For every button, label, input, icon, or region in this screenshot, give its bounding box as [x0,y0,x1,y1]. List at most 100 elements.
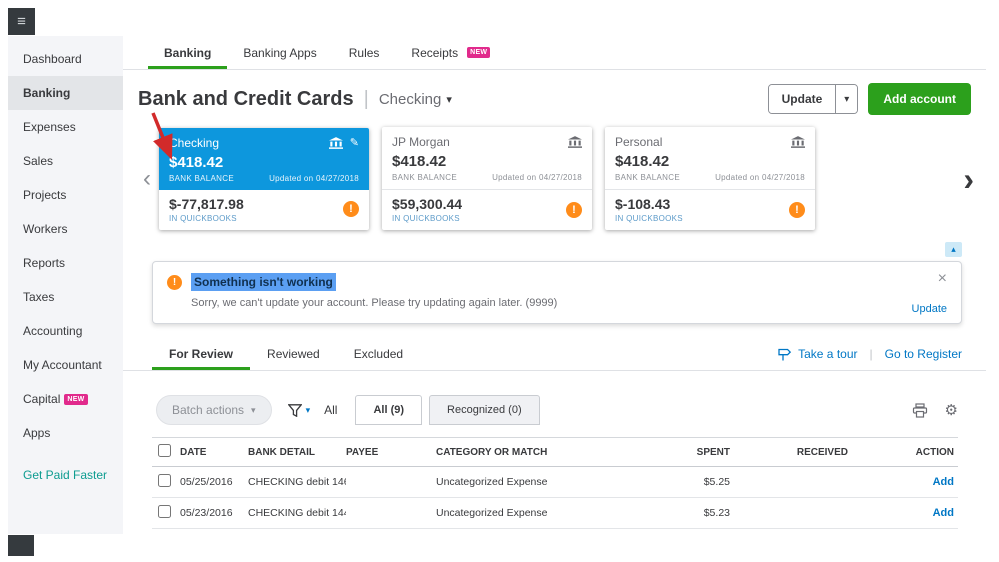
account-cards-carousel: ‹ Checking ✎ $418.42 BANK BALANCE Update… [123,112,986,240]
warning-icon[interactable]: ! [789,201,805,218]
bank-balance-amount: $418.42 [392,153,447,170]
filter-all-label: All [324,403,338,417]
account-card-personal[interactable]: Personal $418.42 BANK BALANCE Updated on… [605,127,815,230]
cell-spent: $5.25 [703,476,730,488]
quickbooks-amount: $59,300.44 [392,196,463,212]
card-top: Checking ✎ $418.42 BANK BALANCE Updated … [159,127,369,190]
segment-all[interactable]: All (9) [355,395,423,425]
title-separator: | [363,87,369,110]
quickbooks-amount: $-77,817.98 [169,195,244,212]
sidebar-item-sales[interactable]: Sales [8,144,123,178]
sidebar-item-workers[interactable]: Workers [8,212,123,246]
page-title: Bank and Credit Cards [138,87,354,110]
table-row[interactable]: 05/23/2016 CHECKING debit 144 Uncategori… [152,498,958,529]
account-name: Personal [615,135,663,149]
tab-rules[interactable]: Rules [333,36,396,69]
column-header-date[interactable]: DATE [180,447,248,458]
add-transaction-link[interactable]: Add [933,476,954,488]
cards-scroll-right-button[interactable]: › [963,163,974,195]
card-top: JP Morgan $418.42 BANK BALANCE Updated o… [382,127,592,190]
bank-balance-label: BANK BALANCE [169,173,234,183]
quickbooks-amount: $-108.43 [615,196,671,212]
updated-date: Updated on 04/27/2018 [715,173,805,182]
take-a-tour-label: Take a tour [798,347,858,361]
review-links: Take a tour | Go to Register [777,347,962,370]
print-icon[interactable] [912,402,928,418]
column-header-spent[interactable]: SPENT [638,447,740,458]
column-header-bank-detail[interactable]: BANK DETAIL [248,447,346,458]
card-top: Personal $418.42 BANK BALANCE Updated on… [605,127,815,190]
tab-banking[interactable]: Banking [148,36,227,69]
select-all-checkbox[interactable] [158,444,171,457]
caret-down-icon: ▾ [251,404,256,415]
bank-balance-amount: $418.42 [169,153,224,171]
sidebar-item-accounting[interactable]: Accounting [8,314,123,348]
sidebar-item-get-paid-faster[interactable]: Get Paid Faster [8,458,123,492]
segment-recognized[interactable]: Recognized (0) [429,395,540,425]
card-bottom: $-108.43 IN QUICKBOOKS ! [605,190,815,230]
sidebar-item-apps[interactable]: Apps [8,416,123,450]
tab-banking-apps[interactable]: Banking Apps [227,36,332,69]
take-a-tour-link[interactable]: Take a tour [777,347,858,361]
update-split-button: Update ▾ [767,84,859,114]
sidebar-item-dashboard[interactable]: Dashboard [8,42,123,76]
new-badge: NEW [467,47,491,58]
gear-icon[interactable]: ⚙ [945,401,958,419]
tab-receipts[interactable]: Receipts NEW [395,36,506,69]
sidebar-item-projects[interactable]: Projects [8,178,123,212]
sidebar-item-my-accountant[interactable]: My Accountant [8,348,123,382]
update-dropdown-button[interactable]: ▾ [835,85,858,113]
alert-message: Sorry, we can't update your account. Ple… [191,297,558,309]
sidebar-item-reports[interactable]: Reports [8,246,123,280]
bank-icon [568,136,582,148]
sidebar-item-banking[interactable]: Banking [8,76,123,110]
account-card-checking[interactable]: Checking ✎ $418.42 BANK BALANCE Updated … [159,127,369,230]
go-to-register-link[interactable]: Go to Register [885,347,962,361]
column-header-received[interactable]: RECEIVED [740,447,858,458]
link-divider: | [869,347,873,361]
tab-reviewed[interactable]: Reviewed [250,338,337,370]
account-name: Checking [169,135,220,150]
edit-pencil-icon[interactable]: ✎ [350,136,359,149]
sidebar-item-label: Capital [23,392,61,406]
batch-actions-button[interactable]: Batch actions ▾ [156,395,272,425]
sidebar-item-capital[interactable]: Capital NEW [8,382,123,416]
quickbooks-banking-page: ≡ Dashboard Banking Expenses Sales Proje… [0,0,999,562]
quickbooks-label: IN QUICKBOOKS [615,214,683,223]
account-selector-dropdown[interactable]: Checking ▾ [379,91,452,108]
cards-scroll-left-button[interactable]: ‹ [143,166,151,191]
tab-for-review[interactable]: For Review [152,338,250,370]
warning-icon[interactable]: ! [343,201,359,217]
tab-label: Receipts [411,45,459,60]
table-row[interactable]: 05/25/2016 CHECKING debit 146 Uncategori… [152,467,958,498]
caret-down-icon: ▾ [844,93,850,105]
row-checkbox[interactable] [158,474,171,487]
cell-bank-detail: CHECKING debit 144 [248,507,346,519]
hamburger-menu-button[interactable]: ≡ [8,8,35,35]
collapse-panel-button[interactable]: ▴ [945,242,962,257]
take-a-tour-icon [778,348,792,360]
cell-bank-detail: CHECKING debit 146 [248,476,346,488]
sidebar-item-taxes[interactable]: Taxes [8,280,123,314]
update-button[interactable]: Update [768,85,836,113]
quickbooks-label: IN QUICKBOOKS [392,214,460,223]
new-badge: NEW [64,394,88,405]
account-card-jp-morgan[interactable]: JP Morgan $418.42 BANK BALANCE Updated o… [382,127,592,230]
review-tab-bar: For Review Reviewed Excluded Take a tour… [123,338,986,371]
close-icon[interactable]: × [938,271,947,287]
column-header-payee[interactable]: PAYEE [346,447,436,458]
sidebar-item-expenses[interactable]: Expenses [8,110,123,144]
alert-update-link[interactable]: Update [912,303,947,315]
column-header-category[interactable]: CATEGORY OR MATCH [436,447,638,458]
alert-panel: ! Something isn't working Sorry, we can'… [152,261,962,324]
tab-excluded[interactable]: Excluded [337,338,420,370]
quickbooks-label: IN QUICKBOOKS [169,213,237,223]
add-transaction-link[interactable]: Add [933,507,954,519]
filter-button[interactable]: ▾ [287,403,310,417]
row-checkbox[interactable] [158,505,171,518]
add-account-button[interactable]: Add account [868,83,971,115]
hamburger-icon: ≡ [17,13,26,30]
table-row[interactable]: 05/21/2016 CHECKING debit 142 Uncategori… [152,529,958,534]
warning-icon[interactable]: ! [566,201,582,218]
header-actions: Update ▾ Add account [767,83,971,115]
